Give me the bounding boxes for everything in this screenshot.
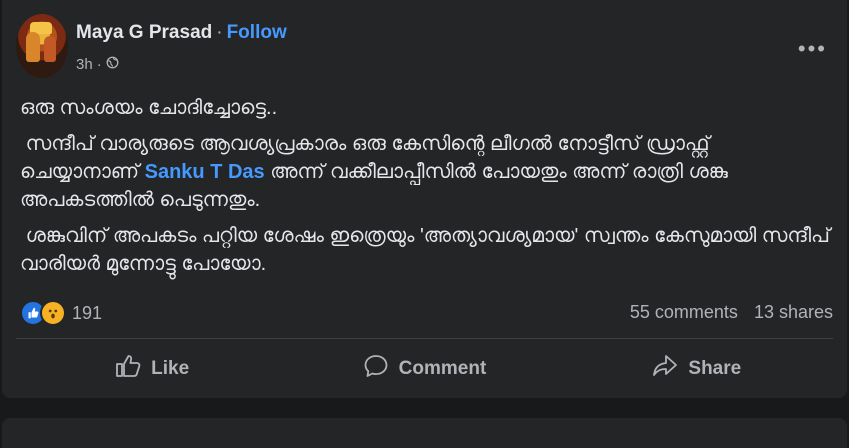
next-post-card (2, 418, 847, 448)
separator-dot: · (216, 22, 223, 43)
reaction-summary[interactable]: 191 (20, 300, 102, 326)
post-text: ഒരു സംശയം ചോദിച്ചോട്ടെ.. സന്ദീപ് വാര്യരു… (20, 94, 830, 286)
action-bar: Like Comment Share (16, 344, 833, 394)
divider (16, 338, 833, 339)
engagement-counts: 55 comments 13 shares (630, 302, 833, 323)
like-button[interactable]: Like (16, 344, 288, 394)
share-arrow-icon (652, 354, 678, 384)
comment-count[interactable]: 55 comments (630, 302, 738, 323)
follow-button[interactable]: Follow (227, 22, 287, 43)
author-name[interactable]: Maya G Prasad (76, 22, 212, 43)
dot-separator: · (96, 56, 102, 73)
like-label: Like (151, 358, 190, 379)
share-button[interactable]: Share (561, 344, 833, 394)
more-options-icon[interactable]: ••• (798, 38, 827, 60)
reaction-count: 191 (72, 302, 103, 323)
globe-icon[interactable] (106, 56, 119, 73)
paragraph-text: ശങ്കുവിന് അപകടം പറ്റിയ ശേഷം ഇത്രെയും 'അത… (20, 225, 830, 275)
author-line: Maya G Prasad · Follow (76, 22, 287, 44)
comment-label: Comment (398, 358, 487, 379)
avatar-figure-shape (26, 32, 40, 62)
thumbs-up-icon (115, 354, 141, 384)
share-count[interactable]: 13 shares (754, 302, 833, 323)
post-paragraph: ശങ്കുവിന് അപകടം പറ്റിയ ശേഷം ഇത്രെയും 'അത… (20, 222, 830, 278)
wow-reaction-icon (40, 300, 66, 326)
share-label: Share (688, 358, 742, 379)
post-paragraph: സന്ദീപ് വാര്യരുടെ ആവശ്യപ്രകാരം ഒരു കേസിന… (20, 130, 830, 214)
avatar-figure-shape (44, 36, 56, 62)
post-meta: 3h · (76, 56, 119, 73)
comment-bubble-icon (363, 354, 389, 384)
reaction-icons (20, 300, 66, 326)
tagged-user-link[interactable]: Sanku T Das (145, 161, 265, 183)
post-card: Maya G Prasad · Follow 3h · ••• ഒരു സംശയം … (2, 0, 847, 398)
comment-button[interactable]: Comment (288, 344, 560, 394)
avatar[interactable] (16, 14, 68, 78)
post-timestamp[interactable]: 3h (76, 56, 93, 73)
post-paragraph: ഒരു സംശയം ചോദിച്ചോട്ടെ.. (20, 97, 278, 119)
